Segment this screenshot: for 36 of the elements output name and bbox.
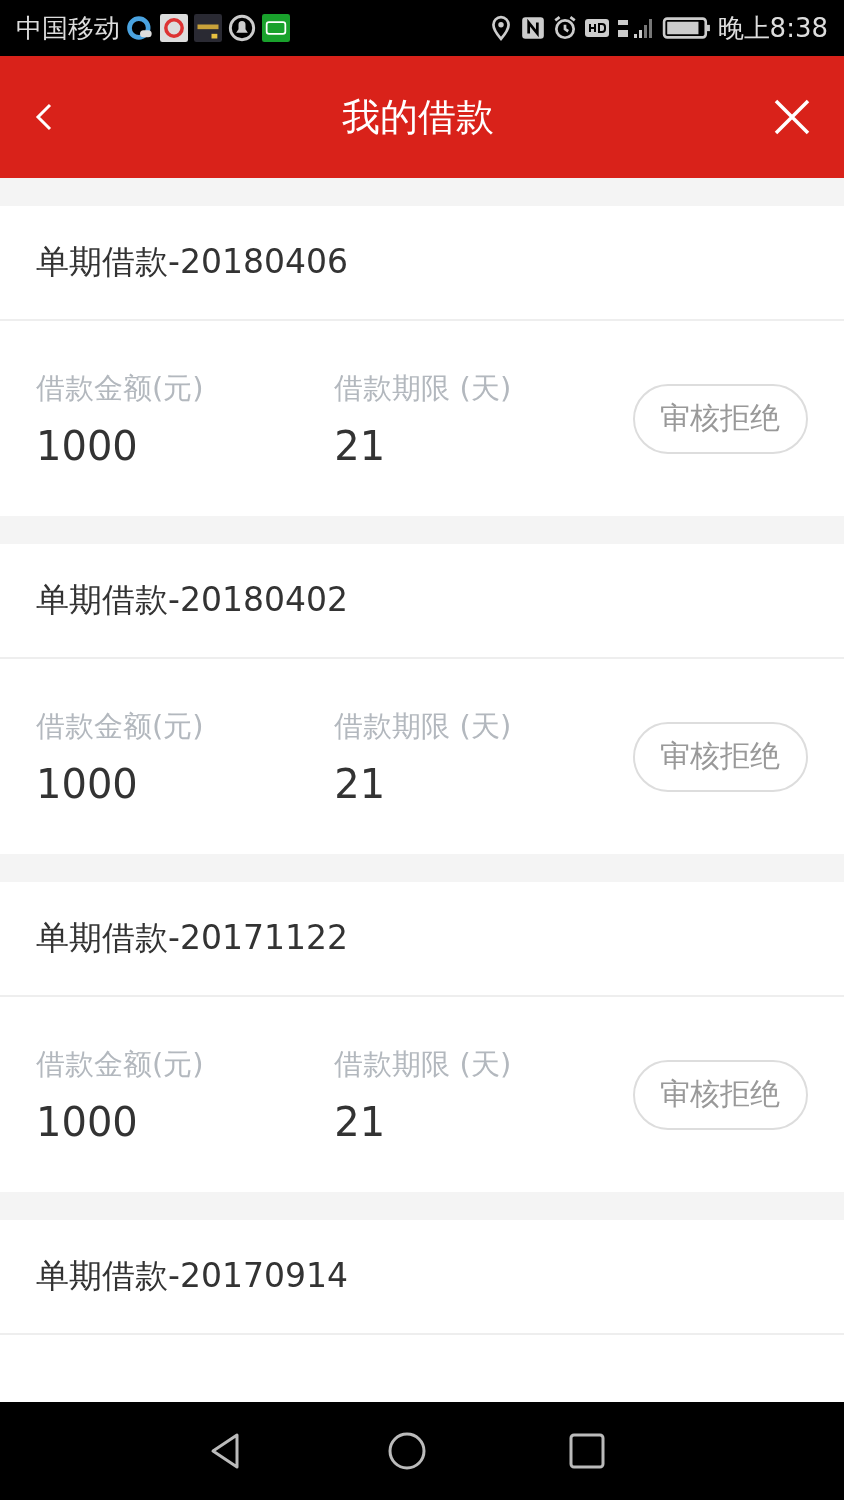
- cloud-app-icon: [126, 14, 154, 42]
- loan-card[interactable]: 单期借款-20170914: [0, 1220, 844, 1402]
- loan-card[interactable]: 单期借款-20180406 借款金额(元) 1000 借款期限 (天) 21 审核拒绝: [0, 206, 844, 516]
- carrier-name: 中国移动: [16, 11, 120, 45]
- term-label: 借款期限 (天): [334, 1045, 513, 1083]
- home-icon[interactable]: [387, 1431, 427, 1471]
- loan-title: 单期借款-20180402: [0, 544, 844, 659]
- term-value: 21: [334, 760, 387, 807]
- term-value: 21: [334, 422, 387, 469]
- amount-label: 借款金额(元): [36, 1045, 205, 1083]
- term-label: 借款期限 (天): [334, 707, 513, 745]
- amount-value: 1000: [36, 1098, 139, 1145]
- status-badge: 审核拒绝: [632, 721, 808, 792]
- recents-icon[interactable]: [567, 1431, 607, 1471]
- amount-label: 借款金额(元): [36, 369, 205, 407]
- page-title: 我的借款: [342, 93, 494, 141]
- amount-label: 借款金额(元): [36, 707, 205, 745]
- amount-value: 1000: [36, 422, 139, 469]
- loan-card[interactable]: 单期借款-20171122 借款金额(元) 1000 借款期限 (天) 21 审核拒绝: [0, 882, 844, 1192]
- status-badge: 审核拒绝: [632, 383, 808, 454]
- loan-title: 单期借款-20180406: [0, 206, 844, 321]
- loan-title: 单期借款-20171122: [0, 882, 844, 997]
- loan-title: 单期借款-20170914: [0, 1220, 844, 1335]
- loan-card[interactable]: 单期借款-20180402 借款金额(元) 1000 借款期限 (天) 21 审核拒绝: [0, 544, 844, 854]
- status-badge: 审核拒绝: [632, 1059, 808, 1130]
- video-app-icon: [262, 14, 290, 42]
- term-label: 借款期限 (天): [334, 369, 513, 407]
- clock-time: 晚上8:38: [717, 11, 828, 45]
- game-app-icon: [194, 14, 222, 42]
- swirl-app-icon: [160, 14, 188, 42]
- bell-app-icon: [228, 14, 256, 42]
- term-value: 21: [334, 1098, 387, 1145]
- nfc-icon: [519, 15, 546, 41]
- amount-value: 1000: [36, 760, 139, 807]
- close-icon[interactable]: [772, 97, 812, 137]
- battery-icon: [661, 15, 712, 41]
